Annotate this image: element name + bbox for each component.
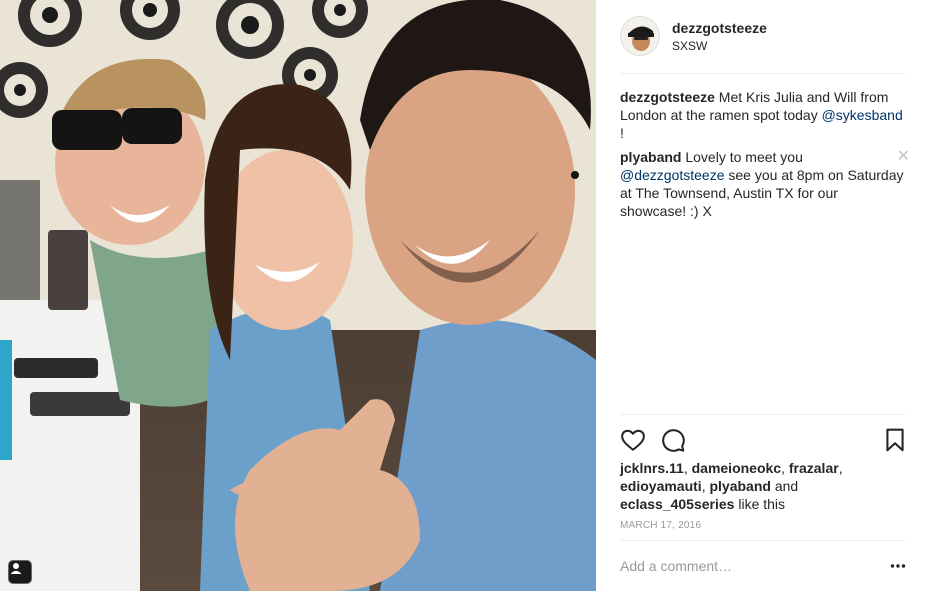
likes-summary: jcklnrs.11, dameioneokc, frazalar, edioy… <box>620 459 910 513</box>
avatar[interactable] <box>620 16 660 56</box>
comment-text: Lovely to meet you <box>681 149 803 165</box>
likes-separator: and <box>770 478 799 494</box>
post-location[interactable]: SXSW <box>672 39 707 53</box>
post-author-username[interactable]: dezzgotsteeze <box>672 20 767 36</box>
comment-mention[interactable]: @sykesband <box>822 107 903 123</box>
likes-separator: , <box>683 460 692 476</box>
liker-username[interactable]: edioyamauti <box>620 478 702 494</box>
post-date[interactable]: March 17, 2016 <box>620 520 701 531</box>
heart-icon[interactable] <box>620 427 646 453</box>
liker-username[interactable]: eclass_405series <box>620 496 734 512</box>
add-comment-section <box>620 540 906 591</box>
liker-username[interactable]: plyaband <box>709 478 770 494</box>
likes-separator: , <box>781 460 789 476</box>
comment-bubble-icon[interactable] <box>660 427 686 453</box>
post-photo[interactable] <box>0 0 596 591</box>
comment-username[interactable]: plyaband <box>620 149 681 165</box>
user-tag-icon[interactable] <box>8 560 32 584</box>
comment-list: dezzgotsteeze Met Kris Julia and Will fr… <box>620 88 910 226</box>
liker-username[interactable]: jcklnrs.11 <box>620 460 684 476</box>
comment-mention[interactable]: @dezzgotsteeze <box>620 167 725 183</box>
comment-item: plyaband Lovely to meet you @dezzgotstee… <box>620 148 910 220</box>
more-dots-icon[interactable] <box>890 559 906 573</box>
post-actions-bar <box>620 414 906 464</box>
likes-suffix: like this <box>734 496 786 512</box>
photo-illustration <box>0 0 596 591</box>
liker-username[interactable]: frazalar <box>789 460 839 476</box>
comment-username[interactable]: dezzgotsteeze <box>620 89 715 105</box>
post-side-panel: dezzgotsteeze SXSW dezzgotsteeze Met Kri… <box>596 0 930 591</box>
bookmark-icon[interactable] <box>882 427 908 453</box>
liker-username[interactable]: dameioneokc <box>692 460 781 476</box>
comment-text: ! <box>620 125 624 141</box>
likes-separator: , <box>838 460 843 476</box>
post-header: dezzgotsteeze SXSW <box>620 16 906 74</box>
add-comment-input[interactable] <box>620 555 870 577</box>
comment-item: dezzgotsteeze Met Kris Julia and Will fr… <box>620 88 910 142</box>
delete-comment-icon[interactable]: ✕ <box>897 148 910 166</box>
